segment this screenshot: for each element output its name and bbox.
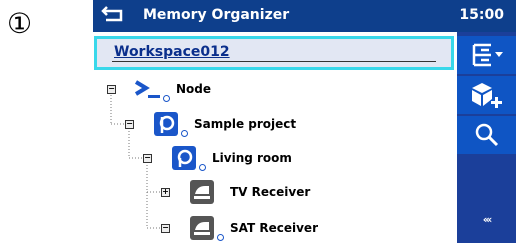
collapse-toggle[interactable]: − (107, 84, 116, 94)
more-arrows-icon: ‹‹‹ (482, 212, 493, 226)
add-object-icon (471, 83, 502, 108)
tree-label: Sample project (194, 117, 297, 131)
tree-row-sample-project[interactable]: − Sample project (125, 110, 296, 138)
tree-view-button[interactable] (457, 36, 516, 74)
tree-label: TV Receiver (230, 185, 311, 199)
project-icon (152, 111, 188, 137)
tree-label: Node (176, 82, 212, 96)
collapse-toggle[interactable]: − (125, 119, 134, 129)
tree-view-icon (472, 43, 503, 67)
node-icon (134, 76, 170, 102)
node-dot (199, 164, 206, 171)
memory-organizer-screen: Memory Organizer 15:00 Workspace012 − No… (93, 0, 516, 243)
more-options-button[interactable]: ‹‹‹ (457, 200, 516, 238)
tree-row-tv-receiver[interactable]: + TV Receiver (161, 178, 310, 206)
step-marker: ① (7, 7, 33, 40)
clock: 15:00 (459, 7, 504, 23)
collapse-toggle[interactable]: − (143, 153, 152, 163)
collapse-toggle[interactable]: − (161, 223, 170, 233)
node-dot (181, 130, 188, 137)
tree-row-living-room[interactable]: − Living room (143, 144, 292, 172)
appliance-icon (188, 179, 218, 205)
tree-label: Living room (212, 151, 292, 165)
node-dot (217, 234, 224, 241)
sidebar: ‹‹‹ (457, 32, 516, 243)
node-dot (163, 95, 170, 102)
add-object-button[interactable] (457, 76, 516, 114)
appliance-icon (188, 215, 224, 241)
search-icon (475, 123, 498, 147)
expand-toggle[interactable]: + (161, 187, 170, 197)
location-icon (170, 145, 206, 171)
tree-label: SAT Receiver (230, 221, 318, 235)
search-button[interactable] (457, 116, 516, 154)
tree-row-sat-receiver[interactable]: − SAT Receiver (161, 214, 318, 242)
tree-row-node[interactable]: − Node (107, 75, 211, 103)
